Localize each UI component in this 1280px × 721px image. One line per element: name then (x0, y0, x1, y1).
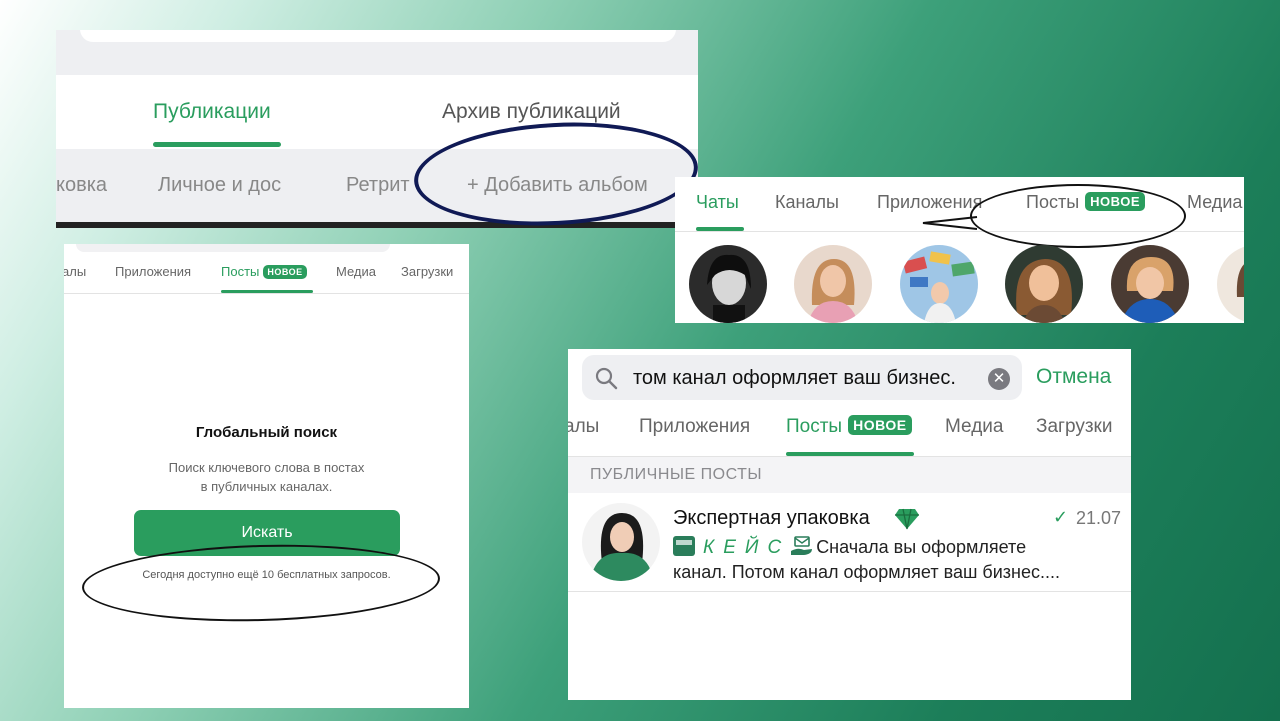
tab-active-indicator (221, 290, 313, 293)
profile-header-strip (56, 30, 698, 75)
post-date: 21.07 (1076, 508, 1122, 528)
search-input[interactable]: том канал оформляет ваш бизнес. ✕ (582, 355, 1022, 400)
channel-name: Экспертная упаковка (673, 507, 870, 529)
section-title: ПУБЛИЧНЫЕ ПОСТЫ (590, 466, 763, 483)
read-check-icon: ✓ (1053, 507, 1069, 527)
tab-downloads[interactable]: Загрузки (401, 264, 453, 279)
photo-thumbnail-strip (56, 222, 698, 228)
tab-chats[interactable]: Чаты (696, 192, 739, 213)
tab-label: Посты (786, 416, 843, 437)
highlight-speech-bubble (970, 184, 1186, 248)
album-item[interactable]: ковка (56, 174, 107, 197)
description-line: в публичных каналах. (200, 479, 333, 494)
tab-label: Посты (221, 264, 260, 279)
tab-active-indicator (786, 452, 914, 456)
profile-publications-panel: Публикации Архив публикаций ковка Личное… (56, 30, 698, 228)
snippet-line: Сначала вы оформляете (816, 537, 1027, 557)
tab-posts[interactable]: Посты НОВОЕ (221, 264, 307, 280)
new-badge: НОВОЕ (848, 414, 912, 435)
tab-publications-archive[interactable]: Архив публикаций (442, 100, 621, 124)
tab-media[interactable]: Медиа (945, 416, 1003, 438)
avatar[interactable] (689, 245, 767, 323)
tab-channels[interactable]: алы (568, 416, 599, 438)
hand-with-envelope-icon (791, 536, 813, 555)
tab-apps[interactable]: Приложения (115, 264, 191, 279)
new-badge: НОВОЕ (263, 264, 307, 279)
posts-search-results-panel: том канал оформляет ваш бизнес. ✕ Отмена… (568, 349, 1131, 700)
avatar[interactable] (794, 245, 872, 323)
chats-tabs-panel: Чаты Каналы Приложения Посты НОВОЕ Медиа (675, 177, 1244, 323)
search-icon (595, 367, 618, 390)
search-query: том канал оформляет ваш бизнес. (633, 367, 956, 389)
avatar[interactable] (1005, 245, 1083, 323)
avatar[interactable] (1217, 245, 1244, 323)
global-search-description: Поиск ключевого слова в постах в публичн… (64, 458, 469, 496)
album-item[interactable]: Ретрит (346, 174, 410, 197)
search-tabs-bar: алы Приложения Посты НОВОЕ Медиа Загрузки (64, 244, 469, 294)
store-icon (673, 536, 695, 556)
search-tabs-bar: алы Приложения Посты НОВОЕ Медиа Загрузки (568, 407, 1131, 457)
profile-search-field[interactable] (80, 30, 676, 42)
tab-apps[interactable]: Приложения (639, 416, 750, 438)
post-snippet: КЕЙС Сначала вы оформляете канал. Потом к… (673, 535, 1113, 584)
global-search-title: Глобальный поиск (195, 424, 338, 441)
avatar (582, 503, 660, 581)
album-item[interactable]: Личное и дос (158, 174, 281, 197)
tab-channels[interactable]: алы (64, 264, 86, 279)
cancel-button[interactable]: Отмена (1036, 365, 1111, 389)
global-search-panel: алы Приложения Посты НОВОЕ Медиа Загрузки… (64, 244, 469, 708)
list-item[interactable]: Экспертная упаковка ✓ 21.07 КЕЙС Сначала … (568, 493, 1131, 592)
tab-active-indicator (696, 227, 744, 231)
tab-publications[interactable]: Публикации (153, 100, 271, 124)
tab-channels[interactable]: Каналы (775, 192, 839, 213)
tab-posts[interactable]: Посты НОВОЕ (786, 414, 912, 438)
tab-active-indicator (153, 142, 281, 147)
snippet-line: канал. Потом канал оформляет ваш бизнес.… (673, 562, 1060, 582)
search-field[interactable] (76, 244, 390, 252)
keys-label: КЕЙС (703, 537, 791, 558)
section-header: ПУБЛИЧНЫЕ ПОСТЫ (568, 457, 1131, 493)
avatar[interactable] (1111, 245, 1189, 323)
gem-icon (895, 508, 919, 530)
description-line: Поиск ключевого слова в постах (168, 460, 365, 475)
tab-media[interactable]: Медиа (1187, 192, 1242, 213)
clear-icon[interactable]: ✕ (988, 368, 1010, 390)
tab-media[interactable]: Медиа (336, 264, 376, 279)
tab-downloads[interactable]: Загрузки (1036, 416, 1112, 438)
avatar[interactable] (900, 245, 978, 323)
